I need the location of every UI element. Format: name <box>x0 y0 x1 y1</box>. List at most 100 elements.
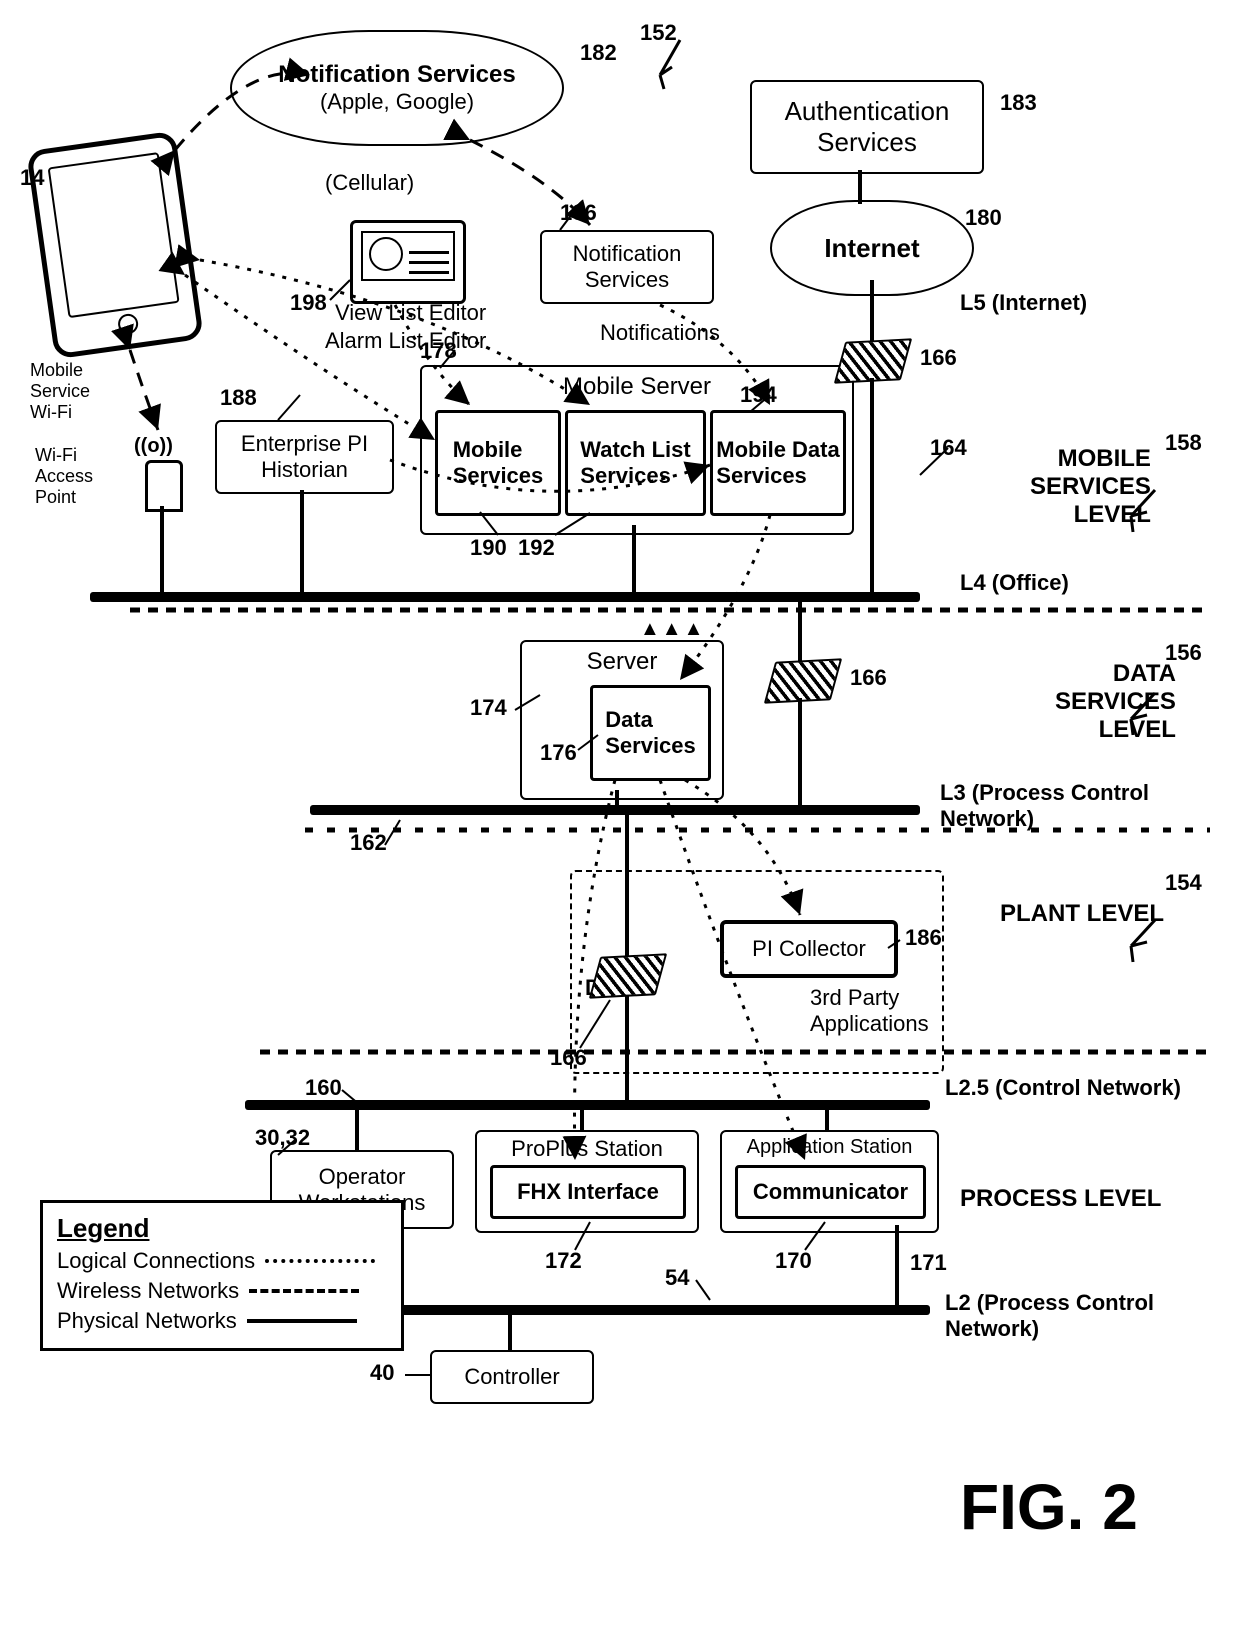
ref-fw1: 166 <box>920 345 957 371</box>
lbl-3rdparty: 3rd Party Applications <box>810 985 929 1037</box>
legend-solid-line <box>247 1319 357 1323</box>
lbl-cellular: (Cellular) <box>325 170 414 196</box>
conn-appstation <box>825 1110 829 1132</box>
server-title: Server <box>587 648 658 676</box>
legend-dashed-line <box>249 1289 359 1293</box>
ref-186: 186 <box>905 925 942 951</box>
lbl-datalevel: DATA SERVICES LEVEL <box>1055 660 1176 744</box>
lbl-viewlist: View List Editor <box>335 300 486 326</box>
notification-services-cloud: Notification Services (Apple, Google) <box>230 30 564 146</box>
triple-arrows-icon: ▲▲▲ <box>640 618 705 641</box>
mobile-server-title: Mobile Server <box>563 373 711 401</box>
lbl-processlevel: PROCESS LEVEL <box>960 1185 1161 1213</box>
conn-auth-internet <box>858 170 862 204</box>
bus-l25 <box>245 1100 930 1110</box>
conn-fw3-up <box>625 815 629 957</box>
ref-158: 158 <box>1165 430 1202 456</box>
controller-box: Controller <box>430 1350 594 1404</box>
ref-171: 171 <box>910 1250 947 1276</box>
text-line <box>409 251 449 254</box>
auth-services-box: Authentication Services <box>750 80 984 174</box>
lbl-l5: L5 (Internet) <box>960 290 1087 316</box>
ref-170: 170 <box>775 1248 812 1274</box>
ref-154: 154 <box>1165 870 1202 896</box>
ref-162: 162 <box>350 830 387 856</box>
lbl-l2: L2 (Process Control Network) <box>945 1290 1154 1342</box>
fhx-interface-block: FHX Interface <box>490 1165 686 1219</box>
lbl-l25: L2.5 (Control Network) <box>945 1075 1181 1101</box>
pi-collector-box: PI Collector <box>720 920 898 978</box>
watchlist-services-block: Watch List Services <box>565 410 706 516</box>
data-services-block: Data Services <box>590 685 711 781</box>
legend-wireless: Wireless Networks <box>57 1278 239 1304</box>
bus-l3 <box>310 805 920 815</box>
internal-notif-box: Notification Services <box>540 230 714 304</box>
text-line <box>409 261 449 264</box>
historian-box: Enterprise PI Historian <box>215 420 394 494</box>
text-line <box>409 271 449 274</box>
mobile-services-block: Mobile Services <box>435 410 561 516</box>
firewall-icon <box>834 338 912 383</box>
ref-190: 190 <box>470 535 507 561</box>
ref-14: 14 <box>20 165 44 191</box>
legend-box: Legend Logical Connections Wireless Netw… <box>40 1200 404 1351</box>
notification-services-sub: (Apple, Google) <box>278 89 515 115</box>
ref-178: 178 <box>420 338 457 364</box>
bus-l4 <box>90 592 920 602</box>
wifi-ap-icon <box>145 460 183 512</box>
conn-controller <box>508 1315 512 1351</box>
conn-fw1-down <box>870 378 874 594</box>
ref-40: 40 <box>370 1360 394 1386</box>
conn-mserver <box>632 525 636 595</box>
ref-fw3: 166 <box>550 1045 587 1071</box>
conn-fw3-down <box>625 995 629 1105</box>
lbl-l3: L3 (Process Control Network) <box>940 780 1149 832</box>
conn-opws <box>355 1110 359 1152</box>
mobile-data-services-block: Mobile Data Services <box>710 410 846 516</box>
ref-198: 198 <box>290 290 327 316</box>
conn-fw2-up <box>798 600 802 662</box>
conn-historian <box>300 490 304 594</box>
legend-title: Legend <box>57 1213 387 1244</box>
conn-fw2-down <box>798 698 802 806</box>
ref-174: 174 <box>470 695 507 721</box>
lbl-ap: Wi-Fi Access Point <box>35 445 93 508</box>
appstation-title: Application Station <box>747 1136 913 1159</box>
ref-176: 176 <box>540 740 577 766</box>
lbl-l4: L4 (Office) <box>960 570 1069 596</box>
ref-160: 160 <box>305 1075 342 1101</box>
lbl-mobilelevel: MOBILE SERVICES LEVEL <box>1030 445 1151 529</box>
mobile-device-icon <box>26 131 204 360</box>
globe-icon <box>369 237 403 271</box>
ref-172: 172 <box>545 1248 582 1274</box>
ref-152: 152 <box>640 20 677 46</box>
conn-comm-l2 <box>895 1225 899 1307</box>
proplus-title: ProPlus Station <box>511 1136 663 1162</box>
ref-54: 54 <box>665 1265 689 1291</box>
legend-physical: Physical Networks <box>57 1308 237 1334</box>
ref-opws: 30,32 <box>255 1125 310 1151</box>
ref-156: 156 <box>1165 640 1202 666</box>
firewall-icon <box>589 953 667 998</box>
lbl-plantlevel: PLANT LEVEL <box>1000 900 1164 928</box>
editor-monitor-icon <box>350 220 466 304</box>
firewall-icon <box>764 658 842 703</box>
notification-services-title: Notification Services <box>278 61 515 89</box>
ref-188: 188 <box>220 385 257 411</box>
conn-fw1-up <box>870 280 874 342</box>
bus-l2 <box>370 1305 930 1315</box>
ref-182: 182 <box>580 40 617 66</box>
ref-164: 164 <box>930 435 967 461</box>
conn-ap-l4 <box>160 506 164 594</box>
legend-logical: Logical Connections <box>57 1248 255 1274</box>
lbl-notifications: Notifications <box>600 320 720 346</box>
ref-180: 180 <box>965 205 1002 231</box>
ref-183: 183 <box>1000 90 1037 116</box>
legend-dotted-line <box>265 1259 375 1263</box>
figure-label: FIG. 2 <box>960 1470 1138 1544</box>
communicator-block: Communicator <box>735 1165 926 1219</box>
ref-fw2: 166 <box>850 665 887 691</box>
lbl-alarmlist: Alarm List Editor <box>325 328 486 354</box>
ref-194: 194 <box>740 382 777 408</box>
lbl-wifi: Mobile Service Wi-Fi <box>30 360 90 423</box>
